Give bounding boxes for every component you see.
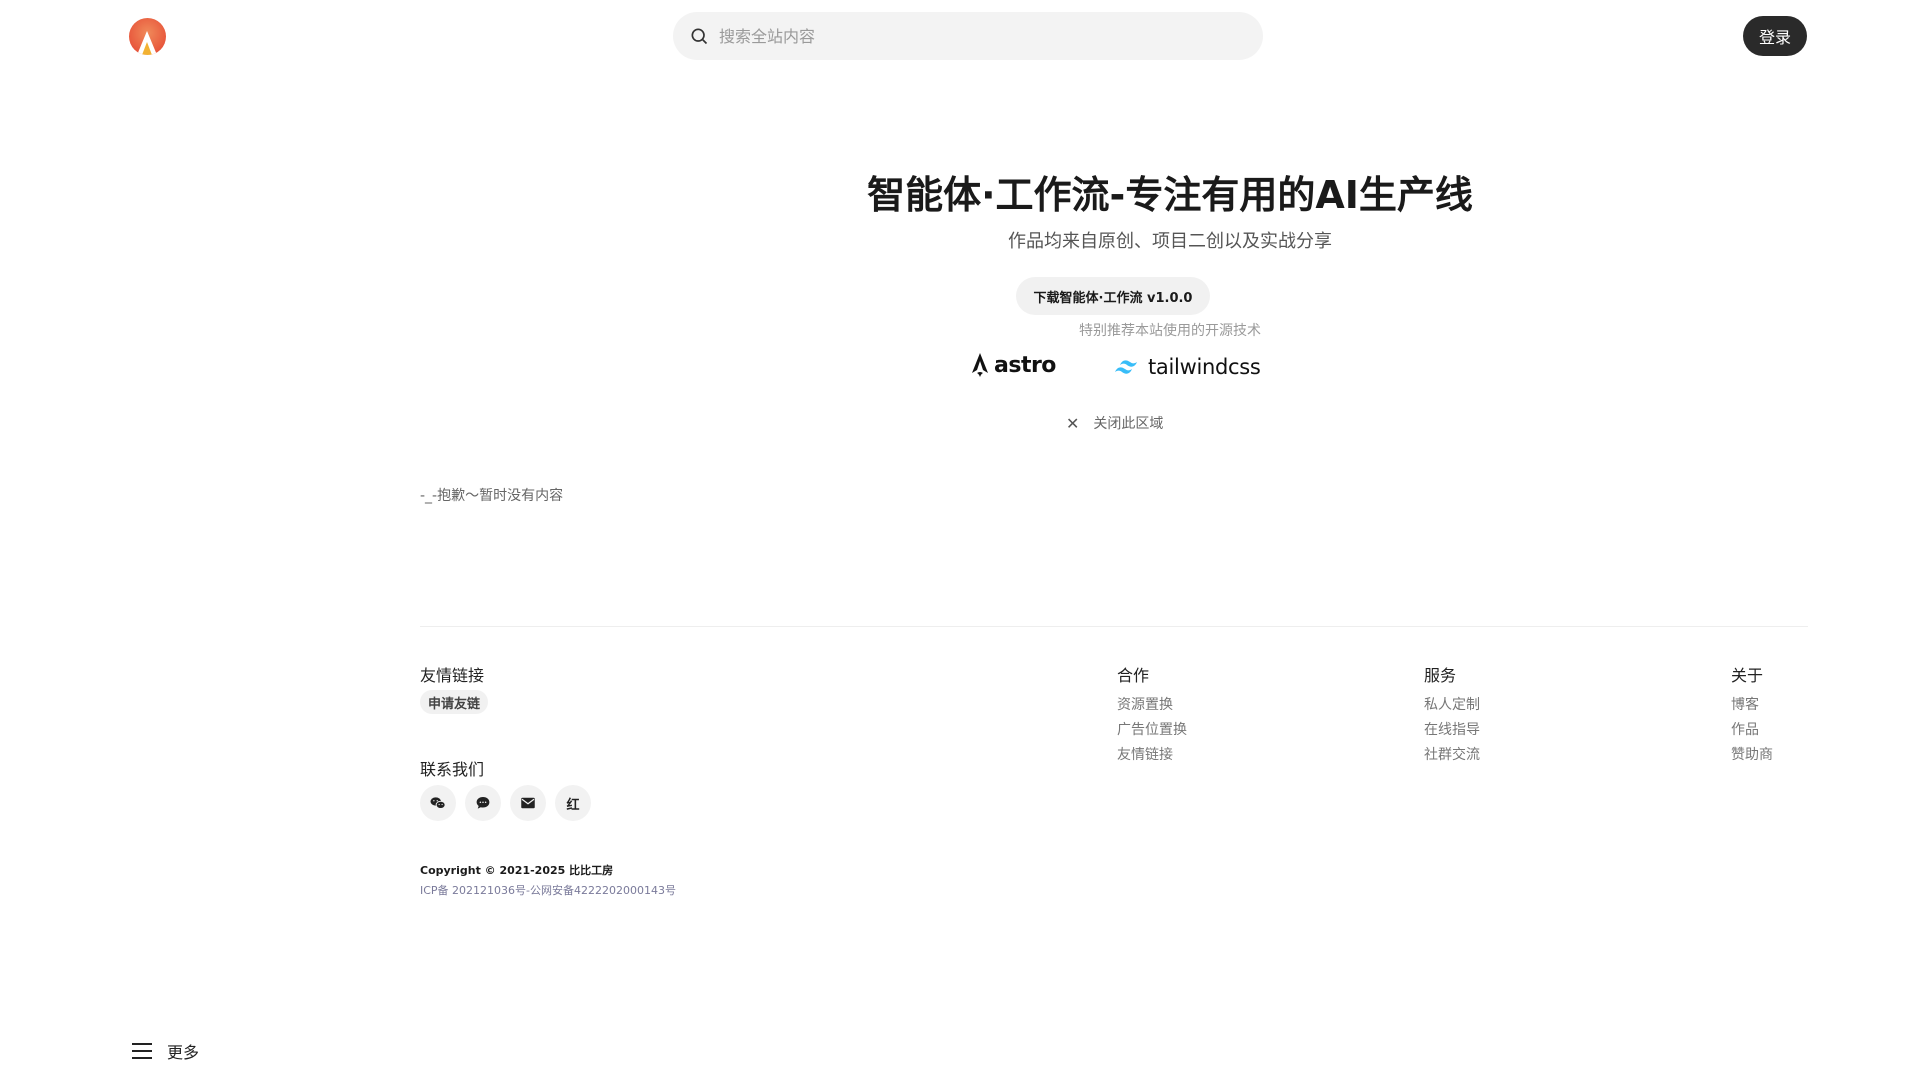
tailwind-logo-icon [1115,360,1137,374]
column-heading-services: 服务 [1424,666,1457,685]
footer-divider [420,626,1808,627]
column-heading-cooperation: 合作 [1117,666,1150,685]
close-icon: ✕ [1066,413,1080,433]
more-label: 更多 [167,1043,200,1062]
login-button[interactable]: 登录 [1743,16,1807,56]
mail-button[interactable] [510,785,546,821]
tailwind-name: tailwindcss [1148,355,1261,379]
footer-link-ad-exchange[interactable]: 广告位置换 [1117,719,1187,739]
search-input[interactable] [719,26,1219,46]
page-title: 智能体·工作流-专注有用的AI生产线 [867,173,1473,217]
search-bar[interactable] [673,12,1263,60]
footer-link-works[interactable]: 作品 [1731,719,1759,739]
astro-logo-icon [972,353,988,377]
download-button[interactable]: 下载智能体·工作流 v1.0.0 [1016,277,1210,315]
more-menu-button[interactable]: 更多 [131,1039,199,1063]
footer-link-community[interactable]: 社群交流 [1424,744,1480,764]
recommend-text: 特别推荐本站使用的开源技术 [1079,323,1261,339]
footer-link-resource-exchange[interactable]: 资源置换 [1117,694,1173,714]
astro-link[interactable]: astro [970,350,1056,380]
wechat-button[interactable] [420,785,456,821]
footer-link-custom[interactable]: 私人定制 [1424,694,1480,714]
xiaohongshu-icon: 红 [566,797,580,813]
footer-link-friend-links[interactable]: 友情链接 [1117,744,1173,764]
page-subtitle: 作品均来自原创、项目二创以及实战分享 [1008,231,1332,252]
tailwind-link[interactable]: tailwindcss [1112,353,1261,381]
friends-heading: 友情链接 [420,666,485,685]
empty-message: -_-抱歉～暂时没有内容 [420,488,564,504]
wechat-icon [430,797,446,809]
footer-link-blog[interactable]: 博客 [1731,694,1759,714]
contact-heading: 联系我们 [420,760,485,779]
xiaohongshu-button[interactable]: 红 [555,785,591,821]
apply-friend-link-button[interactable]: 申请友链 [420,690,489,714]
footer-link-online-guide[interactable]: 在线指导 [1424,719,1480,739]
chat-bubble-icon [476,797,490,809]
column-heading-about: 关于 [1731,666,1764,685]
app-logo-icon[interactable] [129,18,166,55]
close-area-button[interactable]: ✕ 关闭此区域 [1066,413,1163,433]
mail-icon [521,797,535,809]
menu-icon [132,1043,152,1059]
chat-button[interactable] [465,785,501,821]
footer-link-sponsors[interactable]: 赞助商 [1731,744,1773,764]
astro-name: astro [994,352,1056,378]
search-icon [691,28,708,45]
icp-link[interactable]: ICP备 202121036号-公网安备4222202000143号 [420,882,676,898]
close-area-label: 关闭此区域 [1093,416,1164,432]
copyright-text: Copyright © 2021-2025 比比工房 [420,864,614,877]
